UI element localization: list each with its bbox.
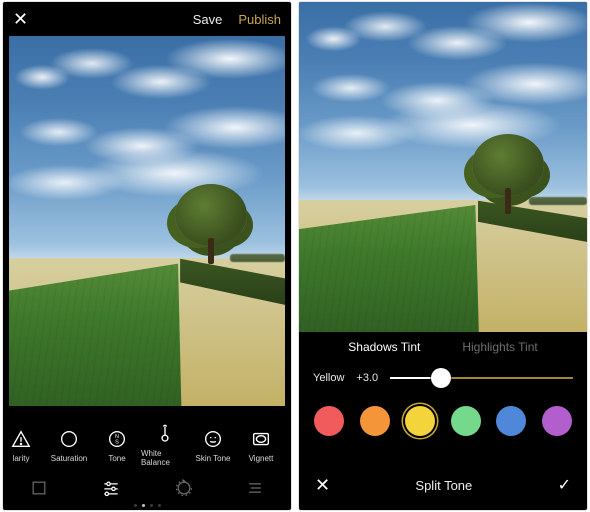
tool-white-balance[interactable]: White Balance: [141, 423, 189, 467]
tab-adjust[interactable]: [100, 478, 122, 503]
tint-value: +3.0: [356, 372, 378, 384]
publish-button[interactable]: Publish: [238, 12, 281, 27]
vignette-icon: [250, 428, 272, 450]
editor-screen-split-tone: Shadows Tint Highlights Tint Yellow +3.0…: [299, 2, 587, 510]
tool-label: Vignett: [249, 454, 274, 463]
top-bar: ✕ Save Publish: [3, 2, 291, 36]
circle-icon: [58, 428, 80, 450]
tab-highlights-tint[interactable]: Highlights Tint: [462, 340, 537, 354]
page-dots: [3, 504, 291, 507]
photo-preview[interactable]: [299, 2, 587, 332]
svg-text:S: S: [115, 439, 119, 445]
swatch-blue[interactable]: [496, 406, 526, 436]
swatch-yellow[interactable]: [405, 406, 435, 436]
tab-shadows-tint[interactable]: Shadows Tint: [348, 340, 420, 354]
swatch-purple[interactable]: [542, 406, 572, 436]
save-button[interactable]: Save: [193, 12, 223, 27]
swatch-orange[interactable]: [360, 406, 390, 436]
tint-color-label: Yellow: [313, 372, 344, 384]
close-icon[interactable]: ✕: [13, 10, 28, 28]
tool-skin-tone[interactable]: Skin Tone: [189, 428, 237, 463]
triangle-warn-icon: [10, 428, 32, 450]
tab-revert[interactable]: [174, 478, 194, 503]
adjustment-tool-strip[interactable]: larity Saturation NS Tone White Balance …: [3, 420, 291, 470]
panel-title: Split Tone: [415, 478, 472, 493]
tool-tone[interactable]: NS Tone: [93, 428, 141, 463]
tool-vignette[interactable]: Vignett: [237, 428, 285, 463]
swatch-green[interactable]: [451, 406, 481, 436]
tint-intensity-slider[interactable]: [390, 368, 573, 388]
thermometer-icon: [154, 423, 176, 445]
bottom-tab-bar: [3, 470, 291, 510]
slider-thumb[interactable]: [431, 368, 451, 388]
tab-presets[interactable]: [245, 478, 265, 503]
tool-label: White Balance: [141, 449, 189, 467]
tool-label: Tone: [108, 454, 125, 463]
editor-screen-adjustments: ✕ Save Publish larity Saturation NS: [3, 2, 291, 510]
tab-crop[interactable]: [29, 478, 49, 503]
face-icon: [202, 428, 224, 450]
swatch-red[interactable]: [314, 406, 344, 436]
cancel-icon[interactable]: ✕: [315, 475, 330, 496]
tool-label: larity: [13, 454, 30, 463]
ns-circle-icon: NS: [106, 428, 128, 450]
tool-label: Skin Tone: [196, 454, 231, 463]
bottom-bar: ✕ Split Tone ✓: [299, 460, 587, 510]
tool-label: Saturation: [51, 454, 87, 463]
photo-preview[interactable]: [9, 36, 285, 406]
slider-track: [390, 377, 573, 379]
confirm-icon[interactable]: ✓: [558, 475, 571, 495]
tool-saturation[interactable]: Saturation: [45, 428, 93, 463]
tint-color-swatches: [299, 406, 587, 436]
tool-clarity[interactable]: larity: [3, 428, 45, 463]
tint-tabs: Shadows Tint Highlights Tint: [299, 340, 587, 354]
